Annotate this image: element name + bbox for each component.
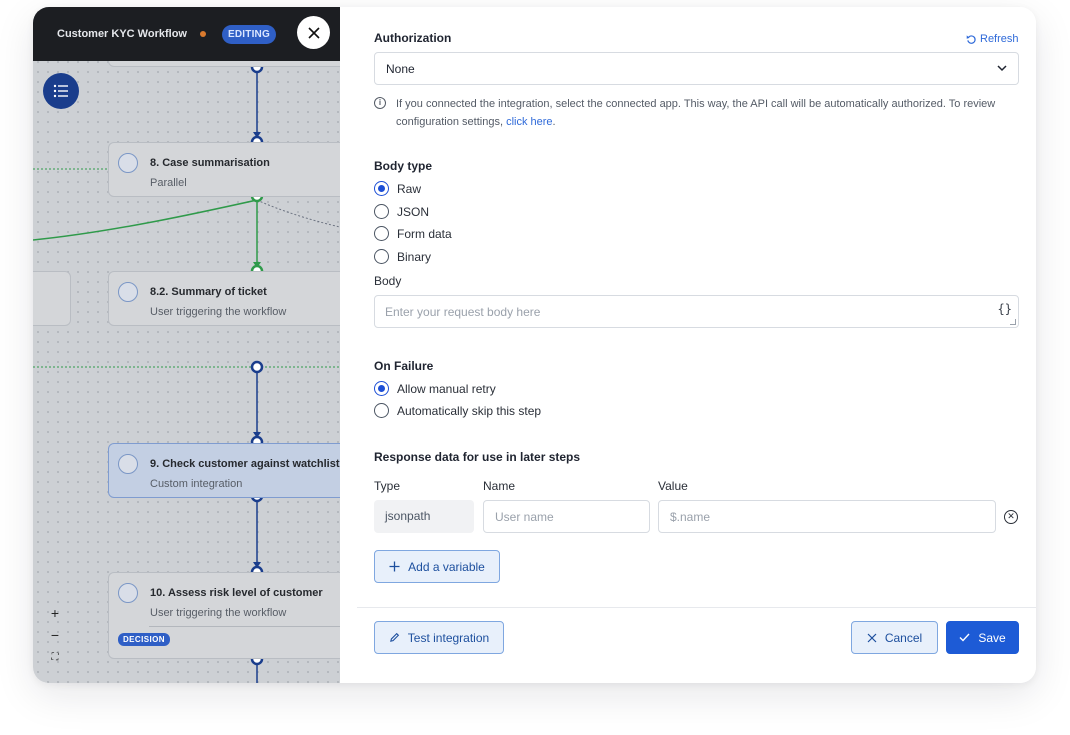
- plus-icon: [389, 561, 400, 572]
- chevron-down-icon: [997, 65, 1007, 72]
- allow-manual-retry-radio[interactable]: Allow manual retry: [374, 381, 496, 396]
- footer-divider: [357, 607, 1036, 608]
- variable-type-field: jsonpath: [374, 500, 474, 533]
- pencil-icon: [389, 632, 399, 642]
- column-header-value: Value: [658, 479, 688, 493]
- outline-list-button[interactable]: [43, 73, 79, 109]
- refresh-icon: [966, 34, 976, 44]
- node-subtitle: User triggering the workflow: [150, 306, 287, 318]
- app-window: 8. Case summarisation Parallel 8.2. Summ…: [33, 7, 1036, 683]
- list-icon: [53, 84, 68, 98]
- request-body-textarea[interactable]: Enter your request body here {}: [374, 295, 1019, 328]
- node-title: 10. Assess risk level of customer: [150, 587, 323, 599]
- ticket-icon: [118, 282, 138, 302]
- close-panel-button[interactable]: [297, 16, 330, 49]
- info-text: If you connected the integration, select…: [396, 98, 996, 128]
- authorization-info: i If you connected the integration, sele…: [374, 95, 1014, 131]
- unsaved-status-dot: [199, 31, 206, 37]
- radio-indicator: [374, 181, 389, 196]
- workflow-title: Customer KYC Workflow: [57, 28, 187, 40]
- info-tail: .: [552, 116, 556, 128]
- add-variable-label: Add a variable: [408, 559, 485, 574]
- test-integration-label: Test integration: [407, 630, 490, 645]
- authorization-select[interactable]: None: [374, 52, 1019, 85]
- body-placeholder: Enter your request body here: [385, 305, 541, 319]
- response-data-label: Response data for use in later steps: [374, 450, 581, 464]
- body-type-binary-radio[interactable]: Binary: [374, 249, 431, 264]
- refresh-label: Refresh: [980, 33, 1019, 45]
- workflow-node-summary-of-ticket[interactable]: 8.2. Summary of ticket User triggering t…: [108, 271, 340, 326]
- body-type-label: Body type: [374, 159, 433, 173]
- close-icon: [867, 633, 877, 642]
- integration-settings-panel: Authorization Refresh None i If you conn…: [340, 7, 1036, 683]
- variable-value-input[interactable]: $.name: [658, 500, 996, 533]
- radio-indicator: [374, 226, 389, 241]
- radio-indicator: [374, 249, 389, 264]
- variable-name-input[interactable]: User name: [483, 500, 650, 533]
- parallel-icon: [118, 153, 138, 173]
- radio-indicator: [374, 403, 389, 418]
- radio-label: JSON: [397, 204, 430, 219]
- column-header-name: Name: [483, 479, 516, 493]
- zoom-in-button[interactable]: +: [47, 604, 63, 622]
- code-braces-icon[interactable]: {}: [998, 302, 1012, 316]
- radio-label: Allow manual retry: [397, 381, 496, 396]
- info-icon: i: [374, 97, 386, 109]
- user-icon: [118, 583, 138, 603]
- node-title: 9. Check customer against watchlist: [150, 458, 340, 470]
- body-type-raw-radio[interactable]: Raw: [374, 181, 421, 196]
- refresh-link[interactable]: Refresh: [966, 33, 1019, 45]
- check-icon: [959, 633, 970, 642]
- remove-variable-icon[interactable]: ✕: [1004, 510, 1018, 524]
- node-title: 8. Case summarisation: [150, 157, 270, 169]
- auto-skip-step-radio[interactable]: Automatically skip this step: [374, 403, 541, 418]
- on-failure-label: On Failure: [374, 359, 434, 373]
- radio-indicator: [374, 381, 389, 396]
- cancel-button[interactable]: Cancel: [851, 621, 938, 654]
- radio-label: Raw: [397, 181, 422, 196]
- radio-label: Binary: [397, 249, 432, 264]
- canvas-header: Customer KYC Workflow EDITING: [33, 7, 340, 61]
- integration-icon: [118, 454, 138, 474]
- cancel-label: Cancel: [884, 630, 923, 645]
- save-label: Save: [978, 630, 1006, 645]
- node-subtitle: User triggering the workflow: [150, 607, 287, 619]
- column-header-type: Type: [374, 479, 401, 493]
- node-subtitle: Parallel: [150, 177, 187, 189]
- body-type-form-data-radio[interactable]: Form data: [374, 226, 452, 241]
- fit-view-button[interactable]: ⛶: [47, 649, 63, 667]
- add-variable-button[interactable]: Add a variable: [374, 550, 500, 583]
- test-integration-button[interactable]: Test integration: [374, 621, 504, 654]
- configuration-link[interactable]: click here: [506, 116, 552, 128]
- workflow-node-left-partial[interactable]: [33, 271, 71, 326]
- body-type-json-radio[interactable]: JSON: [374, 204, 429, 219]
- body-label: Body: [374, 274, 402, 288]
- editing-badge: EDITING: [221, 24, 276, 44]
- workflow-node-check-watchlist[interactable]: 9. Check customer against watchlist Cust…: [108, 443, 340, 498]
- workflow-node-assess-risk[interactable]: 10. Assess risk level of customer User t…: [108, 572, 340, 659]
- save-button[interactable]: Save: [946, 621, 1019, 654]
- close-icon: [307, 26, 320, 39]
- node-divider: [149, 626, 340, 627]
- radio-indicator: [374, 204, 389, 219]
- value-placeholder: $.name: [670, 510, 711, 524]
- authorization-value: None: [386, 62, 415, 76]
- resize-grip-icon[interactable]: [1010, 319, 1016, 325]
- workflow-canvas[interactable]: 8. Case summarisation Parallel 8.2. Summ…: [33, 7, 340, 683]
- node-subtitle: Custom integration: [150, 478, 243, 490]
- node-title: 8.2. Summary of ticket: [150, 286, 267, 298]
- name-placeholder: User name: [495, 510, 554, 524]
- radio-label: Automatically skip this step: [397, 403, 542, 418]
- workflow-node-case-summarisation[interactable]: 8. Case summarisation Parallel: [108, 142, 340, 197]
- authorization-label: Authorization: [374, 31, 452, 45]
- radio-label: Form data: [397, 226, 452, 241]
- zoom-out-button[interactable]: −: [47, 626, 63, 644]
- decision-badge: DECISION: [118, 633, 170, 646]
